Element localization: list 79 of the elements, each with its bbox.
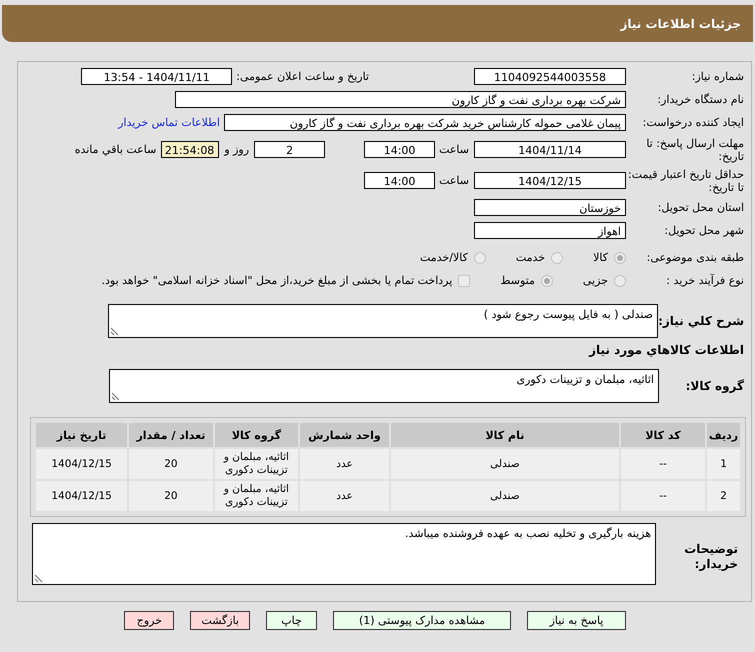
radio-button[interactable]	[614, 252, 626, 264]
field-label: حداقل تاریخ اعتبار قیمت: تا تاریخ:	[627, 168, 745, 194]
text-area-value: صندلی ( به فایل پیوست رجوع شود )	[484, 308, 653, 321]
resize-grip-icon[interactable]	[111, 392, 120, 401]
action-button[interactable]: پاسخ به نیاز	[527, 611, 626, 630]
field-label: ایجاد کننده درخواست:	[642, 116, 745, 129]
field-label: مهلت ارسال پاسخ: تا تاریخ:	[645, 136, 745, 162]
text-field[interactable]: پیمان غلامی حموله کارشناس خرید شرکت بهره برداری نفت و گاز کارون	[224, 114, 626, 131]
table-cell: 1404/12/15	[36, 481, 128, 511]
field-label: توضیحات خریدار:	[683, 541, 739, 572]
table-cell: صندلی	[390, 449, 619, 479]
radio-button[interactable]	[614, 274, 626, 286]
column-header: ردیف	[707, 423, 740, 447]
table-cell: --	[620, 449, 706, 479]
table-cell: عدد	[300, 481, 389, 511]
table-cell: 1	[707, 449, 740, 479]
option-label: جزیی	[582, 274, 608, 287]
table-cell: عدد	[300, 449, 389, 479]
field-label: ساعت	[439, 143, 469, 156]
checkbox[interactable]	[458, 274, 470, 286]
text-field[interactable]: خوزستان	[474, 199, 626, 216]
text-field[interactable]: 14:00	[364, 172, 436, 189]
table-cell: 20	[129, 449, 213, 479]
text-field[interactable]: 1404/11/11 - 13:54	[81, 68, 232, 85]
column-header: گروه کالا	[214, 423, 298, 447]
field-label: گروه کالا:	[684, 378, 745, 394]
table-cell: 20	[129, 481, 213, 511]
page-title: جزئیات اطلاعات نیاز	[620, 16, 741, 30]
table-cell: صندلی	[390, 481, 619, 511]
table-cell: اثاثیه، مبلمان و تزیینات دکوری	[214, 481, 298, 511]
field-label: نام دستگاه خریدار:	[656, 93, 745, 106]
text-area[interactable]: اثاثیه، مبلمان و تزیینات دکوری	[109, 369, 659, 403]
text-field[interactable]: اهواز	[474, 222, 626, 239]
text-area[interactable]: هزینه بارگیری و تخلیه نصب به عهده فروشنده میباشد.	[32, 523, 656, 585]
text-field[interactable]: 1404/11/14	[474, 141, 626, 158]
action-button[interactable]: خروج	[124, 611, 174, 630]
option-label: کالا	[593, 251, 608, 264]
column-header: نام کالا	[390, 423, 619, 447]
column-header: تاریخ نیاز	[36, 423, 128, 447]
field-label: روز و	[224, 143, 250, 156]
table-cell: اثاثیه، مبلمان و تزیینات دکوری	[214, 449, 298, 479]
radio-button[interactable]	[474, 252, 486, 264]
text-area-value: هزینه بارگیری و تخلیه نصب به عهده فروشنده میباشد.	[404, 527, 651, 540]
text-field[interactable]: 2	[254, 141, 326, 158]
radio-button[interactable]	[551, 252, 564, 264]
field-label: ساعت باقي مانده	[74, 143, 156, 156]
resize-grip-icon[interactable]	[34, 574, 43, 583]
contact-link[interactable]: اطلاعات تماس خریدار	[118, 116, 220, 129]
option-label: متوسط	[500, 274, 535, 287]
table-cell: 2	[707, 481, 740, 511]
table-cell: --	[620, 481, 706, 511]
resize-grip-icon[interactable]	[110, 327, 119, 336]
text-field[interactable]: شرکت بهره برداری نفت و گاز کارون	[175, 91, 626, 108]
field-label: شهر محل تحویل:	[663, 224, 745, 237]
text-area-value: اثاثیه، مبلمان و تزیینات دکوری	[516, 373, 654, 386]
field-label: نوع فرآیند خرید :	[665, 274, 745, 287]
section-title: اطلاعات کالاهاي مورد نياز	[588, 343, 744, 357]
text-field[interactable]: 1404/12/15	[474, 172, 626, 189]
option-label: کالا/خدمت	[420, 251, 468, 264]
column-header: واحد شمارش	[300, 423, 389, 447]
action-button[interactable]: چاپ	[266, 611, 317, 630]
text-area[interactable]: صندلی ( به فایل پیوست رجوع شود )	[108, 304, 658, 338]
action-button[interactable]: مشاهده مدارک پیوستی (1)	[333, 611, 511, 630]
field-label: ساعت	[439, 174, 469, 187]
action-button[interactable]: بازگشت	[190, 611, 250, 630]
column-header: تعداد / مقدار	[129, 423, 213, 447]
text-field[interactable]: 14:00	[364, 141, 436, 158]
field-label: طبقه بندی موضوعی:	[646, 251, 745, 264]
column-header: کد کالا	[620, 423, 706, 447]
text-field[interactable]: 1104092544003558	[474, 68, 626, 85]
option-label: خدمت	[516, 251, 546, 264]
radio-button[interactable]	[540, 274, 553, 286]
field-label: تاریخ و ساعت اعلان عمومی:	[236, 70, 369, 83]
field-label: شرح کلي نياز:	[658, 314, 745, 328]
countdown-field: 21:54:08	[161, 141, 220, 158]
field-label: استان محل تحویل:	[656, 201, 745, 214]
field-label: شماره نیاز:	[690, 70, 745, 83]
checkbox-label: پرداخت تمام یا بخشی از مبلغ خرید،از محل "اسناد خزانه اسلامی" خواهد بود.	[102, 274, 452, 287]
table-cell: 1404/12/15	[36, 449, 128, 479]
